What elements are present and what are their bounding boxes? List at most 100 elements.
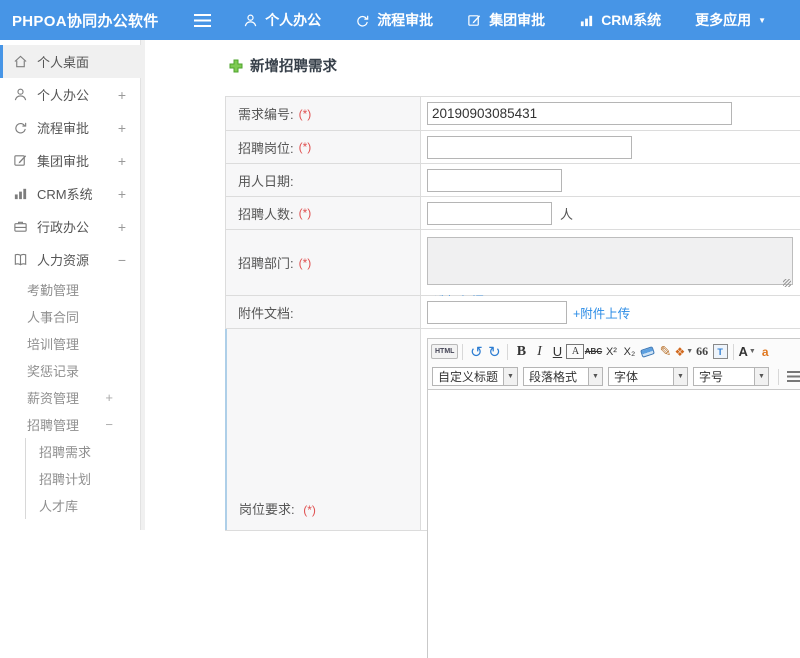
eraser-icon[interactable] bbox=[638, 342, 656, 362]
required-mark: (*) bbox=[298, 206, 312, 220]
recruit-submenu: 招聘需求 招聘计划 人才库 bbox=[25, 438, 141, 519]
chevron-down-icon: ▼ bbox=[758, 15, 766, 25]
collapse-minus-icon[interactable]: − bbox=[118, 252, 126, 268]
form-row-department: 招聘部门: (*) +选择部门 bbox=[226, 230, 800, 309]
department-textarea[interactable] bbox=[427, 237, 793, 285]
hire-date-input[interactable] bbox=[427, 168, 562, 192]
expand-plus-icon[interactable]: + bbox=[118, 186, 126, 202]
process-icon bbox=[357, 15, 369, 27]
req-no-input[interactable] bbox=[427, 102, 732, 125]
bold-button[interactable]: B bbox=[512, 342, 530, 362]
topnav-personal-office[interactable]: 个人办公 bbox=[243, 10, 321, 30]
attachment-upload-link[interactable]: +附件上传 bbox=[573, 303, 630, 322]
chevron-down-icon: ▼ bbox=[686, 348, 694, 355]
editor-toolbar-row2: 自定义标题 ▼ 段落格式 ▼ 字体 ▼ 字号 ▼ bbox=[428, 364, 800, 390]
expand-plus-icon[interactable]: + bbox=[105, 390, 113, 405]
edit-icon bbox=[468, 14, 481, 26]
topnav-more-apps[interactable]: 更多应用 ▼ bbox=[695, 10, 766, 30]
required-mark: (*) bbox=[298, 140, 312, 154]
format-brush-icon[interactable]: ✎ bbox=[656, 342, 674, 362]
person-icon bbox=[244, 14, 257, 26]
align-left-icon[interactable] bbox=[787, 371, 800, 382]
collapse-minus-icon[interactable]: − bbox=[105, 417, 113, 432]
sidebar-item-rewards[interactable]: 奖惩记录 bbox=[0, 357, 141, 384]
sidebar-item-hr[interactable]: 人力资源 − bbox=[0, 243, 141, 276]
rich-text-editor: HTML ↺ ↻ B I U A ABC X² X₂ ✎ ❖ ▼ 66 T A … bbox=[427, 338, 800, 658]
page-title: 新增招聘需求 bbox=[229, 55, 337, 76]
expand-plus-icon[interactable]: + bbox=[118, 87, 126, 103]
editor-content-area[interactable] bbox=[428, 390, 800, 658]
topnav-group-approval[interactable]: 集团审批 bbox=[467, 10, 545, 30]
form-row-attachment: 附件文档: +附件上传 bbox=[226, 296, 800, 329]
bar-chart-icon bbox=[581, 15, 593, 26]
field-label: 岗位要求: bbox=[239, 502, 295, 517]
sidebar-item-recruit-plan[interactable]: 招聘计划 bbox=[26, 465, 141, 492]
editor-toolbar-row1: HTML ↺ ↻ B I U A ABC X² X₂ ✎ ❖ ▼ 66 T A … bbox=[428, 339, 800, 364]
blockquote-button[interactable]: 66 bbox=[693, 342, 711, 362]
font-size-select[interactable]: 字号 bbox=[693, 367, 756, 386]
form-row-position: 招聘岗位: (*) bbox=[226, 131, 800, 164]
form-row-req-no: 需求编号: (*) bbox=[226, 97, 800, 131]
expand-plus-icon[interactable]: + bbox=[118, 120, 126, 136]
redo-icon[interactable]: ↻ bbox=[485, 342, 503, 362]
sidebar-item-personal-office[interactable]: 个人办公 + bbox=[0, 78, 141, 111]
headcount-input[interactable] bbox=[427, 201, 552, 225]
attachment-input[interactable] bbox=[427, 300, 567, 324]
field-label: 用人日期: bbox=[238, 173, 294, 189]
strikethrough-button[interactable]: ABC bbox=[584, 342, 602, 362]
add-plus-icon bbox=[229, 59, 243, 72]
background-color-button[interactable]: a bbox=[756, 342, 774, 362]
superscript-button[interactable]: X² bbox=[602, 342, 620, 362]
sidebar-item-talent-pool[interactable]: 人才库 bbox=[26, 492, 141, 519]
sidebar-item-crm[interactable]: CRM系统 + bbox=[0, 177, 141, 210]
sidebar-item-hr-contract[interactable]: 人事合同 bbox=[0, 303, 141, 330]
position-input[interactable] bbox=[427, 135, 632, 159]
field-label: 需求编号: bbox=[238, 107, 294, 122]
palette-icon[interactable]: ❖ ▼ bbox=[674, 342, 693, 362]
chevron-down-icon[interactable]: ▼ bbox=[504, 367, 519, 386]
home-icon bbox=[14, 55, 27, 68]
sidebar-item-salary[interactable]: 薪资管理 + bbox=[0, 384, 141, 411]
paragraph-format-select[interactable]: 段落格式 bbox=[523, 367, 590, 386]
expand-plus-icon[interactable]: + bbox=[118, 153, 126, 169]
custom-title-select[interactable]: 自定义标题 bbox=[432, 367, 505, 386]
chevron-down-icon[interactable]: ▼ bbox=[755, 367, 770, 386]
field-label: 附件文档: bbox=[238, 305, 294, 321]
form-row-hire-date: 用人日期: bbox=[226, 164, 800, 197]
sidebar-item-group-approval[interactable]: 集团审批 + bbox=[0, 144, 141, 177]
sidebar-item-recruit-demand[interactable]: 招聘需求 bbox=[26, 438, 141, 465]
sidebar-item-admin-office[interactable]: 行政办公 + bbox=[0, 210, 141, 243]
italic-button[interactable]: I bbox=[530, 342, 548, 362]
font-color-button[interactable]: A ▼ bbox=[738, 342, 756, 362]
process-icon bbox=[15, 122, 27, 134]
book-icon bbox=[14, 253, 27, 266]
bar-chart-icon bbox=[14, 188, 27, 200]
chevron-down-icon[interactable]: ▼ bbox=[674, 367, 689, 386]
topbar: PHPOA协同办公软件 个人办公 流程审批 集团审批 CRM系统 更多应用 ▼ bbox=[0, 0, 800, 40]
chevron-down-icon[interactable]: ▼ bbox=[589, 367, 604, 386]
subscript-button[interactable]: X₂ bbox=[620, 342, 638, 362]
topnav-process-approval[interactable]: 流程审批 bbox=[355, 10, 433, 30]
sidebar-item-personal-desktop[interactable]: 个人桌面 bbox=[0, 45, 141, 78]
field-label: 招聘岗位: bbox=[238, 140, 294, 156]
autoformat-button[interactable]: A bbox=[566, 344, 585, 359]
form-row-requirements: 岗位要求: (*) HTML ↺ ↻ B I U A ABC X² X₂ ✎ ❖… bbox=[225, 329, 800, 658]
hamburger-menu-icon[interactable] bbox=[193, 13, 212, 27]
main-content: 新增招聘需求 需求编号: (*) 招聘岗位: (*) 用人日期: bbox=[149, 40, 800, 658]
topnav-crm[interactable]: CRM系统 bbox=[579, 10, 661, 30]
sidebar-item-training[interactable]: 培训管理 bbox=[0, 330, 141, 357]
top-navigation: 个人办公 流程审批 集团审批 CRM系统 更多应用 ▼ bbox=[243, 10, 800, 30]
sidebar-item-recruit-mgmt[interactable]: 招聘管理 − bbox=[0, 411, 141, 438]
person-icon bbox=[14, 88, 27, 101]
expand-plus-icon[interactable]: + bbox=[118, 219, 126, 235]
html-source-button[interactable]: HTML bbox=[431, 344, 459, 359]
undo-icon[interactable]: ↺ bbox=[467, 342, 485, 362]
headcount-unit: 人 bbox=[560, 206, 574, 222]
paste-icon[interactable]: T bbox=[711, 342, 729, 362]
edit-icon bbox=[14, 155, 27, 166]
sidebar-item-attendance[interactable]: 考勤管理 bbox=[0, 276, 141, 303]
chevron-down-icon: ▼ bbox=[748, 348, 756, 355]
font-family-select[interactable]: 字体 bbox=[608, 367, 675, 386]
underline-button[interactable]: U bbox=[548, 342, 566, 362]
sidebar-item-process-approval[interactable]: 流程审批 + bbox=[0, 111, 141, 144]
